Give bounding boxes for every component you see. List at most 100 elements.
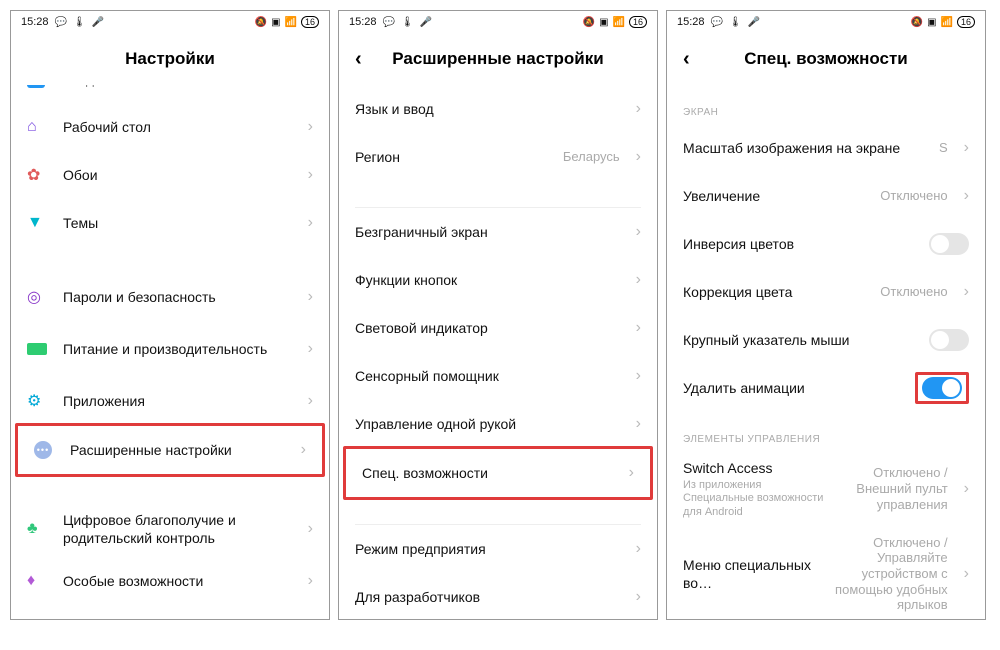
chevron-right-icon: › bbox=[308, 340, 313, 358]
label: Безграничный экран bbox=[355, 223, 626, 241]
row-accmenu[interactable]: Меню специальных во… Отключено / Управля… bbox=[667, 527, 985, 619]
row-battery[interactable]: Питание и производительность › bbox=[11, 321, 329, 377]
row-scale[interactable]: Масштаб изображения на экране S › bbox=[667, 124, 985, 172]
chevron-right-icon: › bbox=[964, 139, 969, 157]
label: Удалить анимации bbox=[683, 379, 915, 397]
value: Отключено bbox=[880, 284, 947, 300]
status-bar: 15:28 💬 🌡 🎤 🔕 ▣ 📶 16 bbox=[667, 11, 985, 33]
chevron-right-icon: › bbox=[636, 100, 641, 118]
label: Рабочий стол bbox=[63, 118, 298, 136]
sublabel: Из приложения Специальные возможности дл… bbox=[683, 479, 828, 519]
row-accessibility[interactable]: Спец. возможности › bbox=[346, 449, 650, 497]
chevron-right-icon: › bbox=[636, 367, 641, 385]
label: Switch Access bbox=[683, 459, 828, 477]
chevron-right-icon: › bbox=[636, 148, 641, 166]
status-bar: 15:28 💬 🌡 🎤 🔕 ▣ 📶 16 bbox=[11, 11, 329, 33]
clock: 15:28 bbox=[677, 16, 705, 28]
value: Отключено bbox=[880, 188, 947, 204]
more-icon: ••• bbox=[34, 441, 52, 459]
value: S bbox=[939, 140, 948, 156]
title-advanced: ‹ Расширенные настройки bbox=[339, 33, 657, 85]
row-wallpaper[interactable]: ✿ Обои › bbox=[11, 151, 329, 199]
row-touch[interactable]: Сенсорный помощник › bbox=[339, 352, 657, 400]
chevron-right-icon: › bbox=[308, 214, 313, 232]
title-settings: Настройки bbox=[11, 33, 329, 85]
dnd-icon: 🔕 bbox=[583, 17, 595, 28]
flower-icon: ✿ bbox=[27, 165, 40, 185]
chat-icon: 💬 bbox=[383, 17, 395, 28]
annotation-highlight: Спец. возможности › bbox=[343, 446, 653, 500]
sim-icon: ▣ bbox=[599, 17, 608, 28]
wifi-icon: 📶 bbox=[941, 17, 953, 28]
label: Спец. возможности bbox=[362, 464, 619, 482]
person-icon: ♣ bbox=[27, 520, 38, 538]
row-switchaccess[interactable]: Switch Access Из приложения Специальные … bbox=[667, 451, 985, 527]
row-led[interactable]: Световой индикатор › bbox=[339, 304, 657, 352]
row-buttons[interactable]: Функции кнопок › bbox=[339, 256, 657, 304]
row-notifications[interactable]: Уведомления › bbox=[11, 85, 329, 103]
label: Особые возможности bbox=[63, 572, 298, 590]
label: Питание и производительность bbox=[63, 340, 298, 358]
chevron-right-icon: › bbox=[636, 588, 641, 606]
chevron-right-icon: › bbox=[308, 85, 313, 88]
chevron-right-icon: › bbox=[636, 271, 641, 289]
back-button[interactable]: ‹ bbox=[355, 48, 362, 71]
row-bigcursor[interactable]: Крупный указатель мыши bbox=[667, 316, 985, 364]
battery-icon: 16 bbox=[301, 16, 319, 28]
label: Масштаб изображения на экране bbox=[683, 139, 939, 157]
label: Инверсия цветов bbox=[683, 235, 929, 253]
mic-icon: 🎤 bbox=[92, 17, 104, 28]
row-region[interactable]: Регион Беларусь › bbox=[339, 133, 657, 181]
row-apps[interactable]: ⚙ Приложения › bbox=[11, 377, 329, 425]
chevron-right-icon: › bbox=[964, 480, 969, 498]
chevron-right-icon: › bbox=[964, 565, 969, 583]
value: Отключено / Управляйте устройством с пом… bbox=[828, 535, 948, 613]
row-onehand[interactable]: Управление одной рукой › bbox=[339, 400, 657, 448]
chevron-right-icon: › bbox=[629, 464, 634, 482]
phone-advanced: 15:28 💬 🌡 🎤 🔕 ▣ 📶 16 ‹ Расширенные настр… bbox=[338, 10, 658, 620]
row-colorcorr[interactable]: Коррекция цвета Отключено › bbox=[667, 268, 985, 316]
gear-icon: ⚙ bbox=[27, 391, 41, 411]
weather-icon: 🌡 bbox=[729, 17, 742, 28]
chevron-right-icon: › bbox=[308, 392, 313, 410]
row-home[interactable]: ⌂ Рабочий стол › bbox=[11, 103, 329, 151]
row-enterprise[interactable]: Режим предприятия › bbox=[339, 525, 657, 573]
label: Регион bbox=[355, 148, 563, 166]
weather-icon: 🌡 bbox=[73, 17, 86, 28]
label: Режим предприятия bbox=[355, 540, 626, 558]
row-wellbeing[interactable]: ♣ Цифровое благополучие и родительский к… bbox=[11, 501, 329, 557]
chevron-right-icon: › bbox=[308, 118, 313, 136]
row-security[interactable]: ◎ Пароли и безопасность › bbox=[11, 273, 329, 321]
fingerprint-icon: ◎ bbox=[27, 287, 41, 307]
row-removeanim[interactable]: Удалить анимации bbox=[667, 364, 985, 412]
label: Приложения bbox=[63, 392, 298, 410]
row-fullscreen[interactable]: Безграничный экран › bbox=[339, 208, 657, 256]
chevron-right-icon: › bbox=[636, 415, 641, 433]
row-language[interactable]: Язык и ввод › bbox=[339, 85, 657, 133]
toggle-bigcursor[interactable] bbox=[929, 329, 969, 351]
chevron-right-icon: › bbox=[308, 288, 313, 306]
toggle-invert[interactable] bbox=[929, 233, 969, 255]
row-zoom[interactable]: Увеличение Отключено › bbox=[667, 172, 985, 220]
label: Меню специальных во… bbox=[683, 556, 828, 592]
row-developer[interactable]: Для разработчиков › bbox=[339, 573, 657, 619]
back-button[interactable]: ‹ bbox=[683, 48, 690, 71]
dnd-icon: 🔕 bbox=[911, 17, 923, 28]
section-screen: ЭКРАН bbox=[667, 85, 985, 124]
toggle-removeanim[interactable] bbox=[922, 377, 962, 399]
bell-icon bbox=[27, 85, 45, 88]
row-special[interactable]: ♦ Особые возможности › bbox=[11, 557, 329, 605]
battery-icon: 16 bbox=[957, 16, 975, 28]
label: Коррекция цвета bbox=[683, 283, 880, 301]
row-advanced[interactable]: ••• Расширенные настройки › bbox=[18, 426, 322, 474]
sim-icon: ▣ bbox=[927, 17, 936, 28]
label: Обои bbox=[63, 166, 298, 184]
label: Темы bbox=[63, 214, 298, 232]
label: Цифровое благополучие и родительский кон… bbox=[63, 511, 298, 547]
clock: 15:28 bbox=[21, 16, 49, 28]
row-themes[interactable]: ▼ Темы › bbox=[11, 199, 329, 247]
row-invert[interactable]: Инверсия цветов bbox=[667, 220, 985, 268]
mic-icon: 🎤 bbox=[420, 17, 432, 28]
chevron-right-icon: › bbox=[308, 166, 313, 184]
label: Световой индикатор bbox=[355, 319, 626, 337]
